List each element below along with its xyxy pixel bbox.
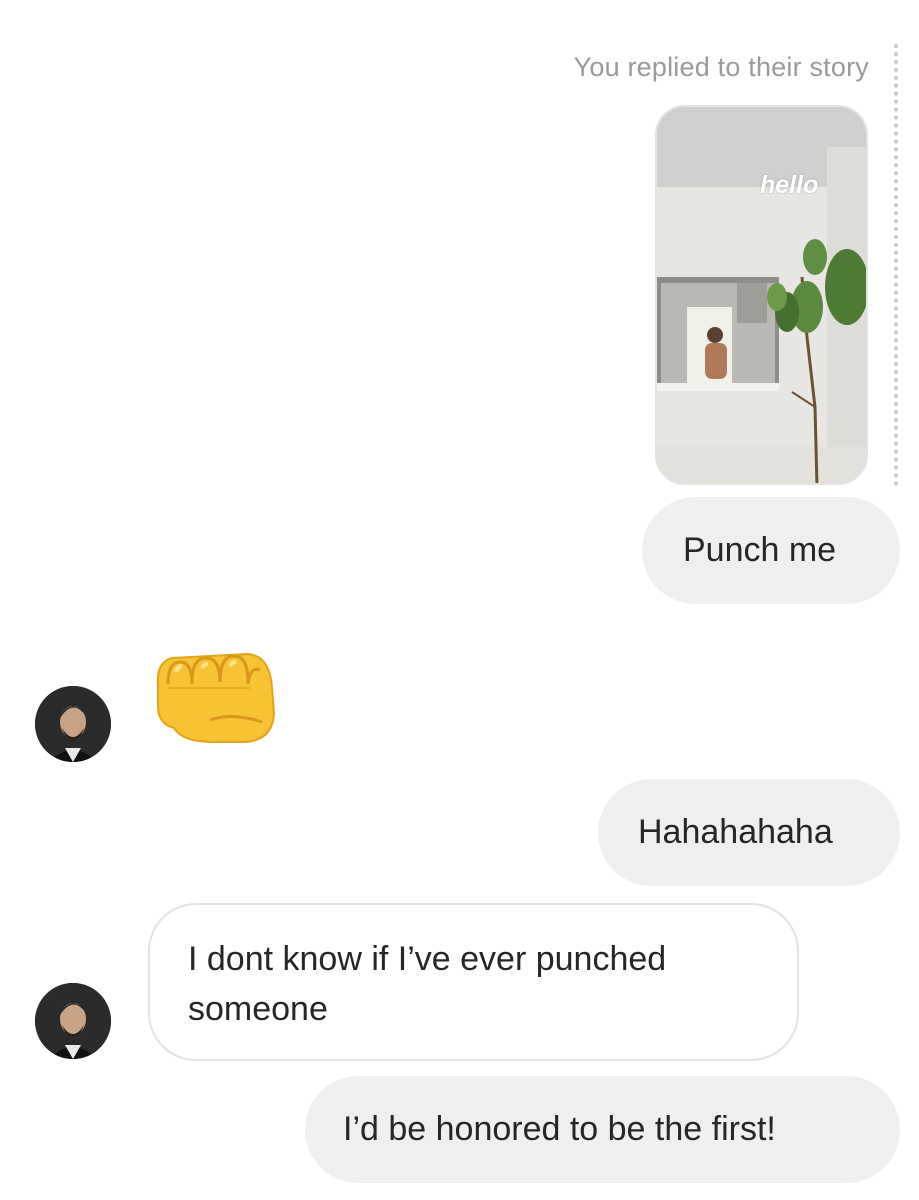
avatar[interactable] — [35, 686, 111, 762]
story-photo — [657, 107, 866, 483]
avatar[interactable] — [35, 983, 111, 1059]
message-outgoing[interactable]: Punch me — [642, 497, 900, 604]
message-outgoing[interactable]: I’d be honored to be the first! — [305, 1076, 900, 1183]
message-text: Hahahahaha — [638, 813, 833, 851]
story-sticker-text: hello — [760, 171, 819, 199]
story-thumbnail[interactable]: hello — [655, 105, 868, 485]
oncoming-fist-emoji[interactable] — [152, 642, 278, 746]
message-text: Punch me — [683, 531, 837, 569]
avatar-photo — [35, 983, 111, 1059]
story-reply-caption: You replied to their story — [573, 52, 869, 82]
story-reply-rail — [894, 44, 898, 486]
message-incoming[interactable]: I dont know if I’ve ever punched someone — [148, 903, 799, 1061]
message-text: I dont know if I’ve ever punched someone — [188, 940, 667, 1028]
message-outgoing[interactable]: Hahahahaha — [598, 779, 900, 886]
avatar-photo — [35, 686, 111, 762]
message-text: I’d be honored to be the first! — [343, 1110, 776, 1148]
